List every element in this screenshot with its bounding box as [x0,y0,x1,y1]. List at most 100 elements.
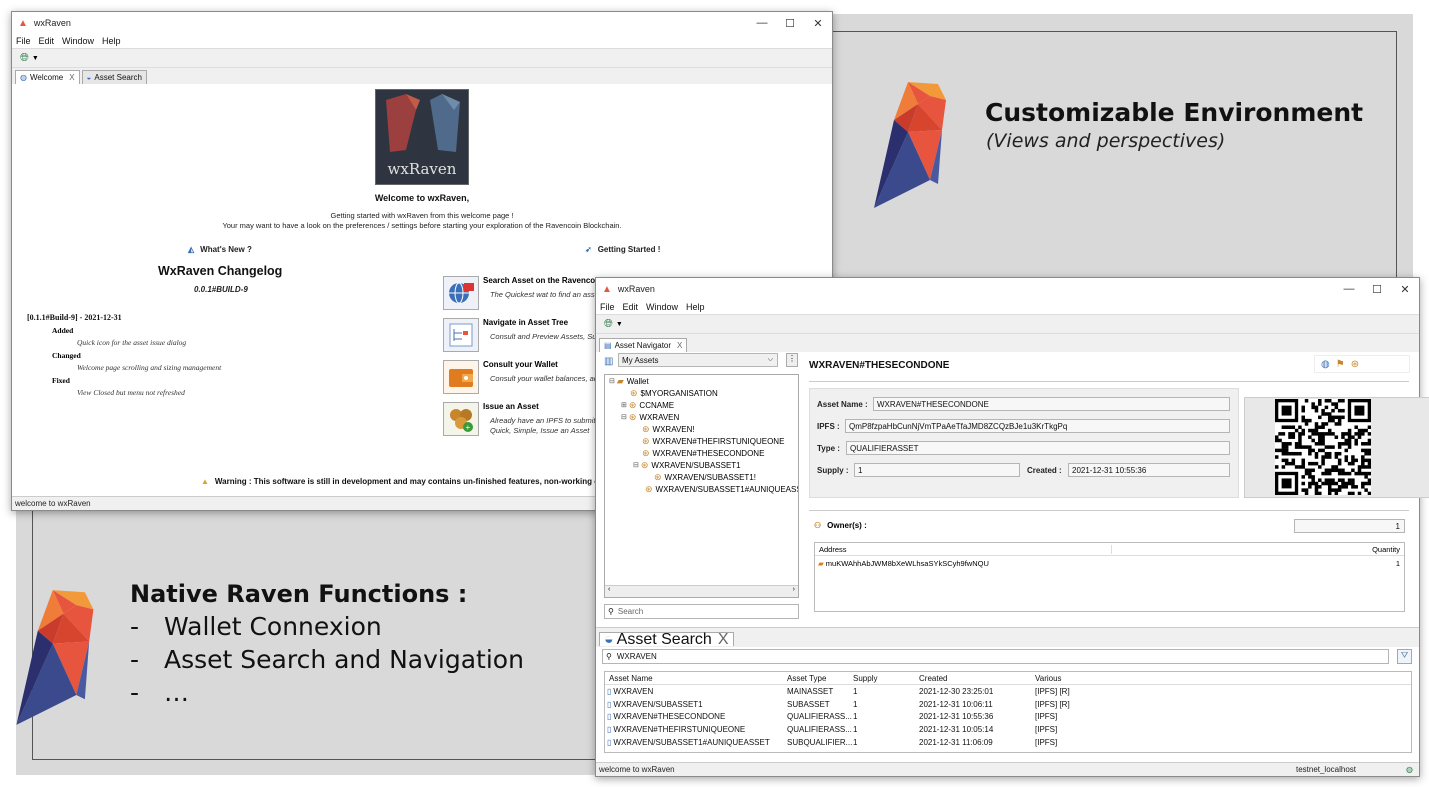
consult-wallet-button[interactable] [443,360,479,394]
owners-col-address[interactable]: Address [815,544,1112,554]
menu-help[interactable]: Help [686,302,705,312]
tree-item[interactable]: ⊛ WXRAVEN#THEFIRSTUNIQUEONE [605,435,798,447]
tree-item[interactable]: ⊛ WXRAVEN/SUBASSET1#AUNIQUEASSET [605,483,798,495]
tree-options-button[interactable]: ⋮ [786,353,798,367]
result-asset-name: ▯ WXRAVEN#THESECONDONE [605,712,787,721]
tab-asset-navigator[interactable]: ▤ Asset Navigator X [599,338,688,352]
menu-help[interactable]: Help [102,36,121,46]
qr-module [1357,471,1362,476]
tree-item[interactable]: ⊛ WXRAVEN/SUBASSET1! [605,471,798,483]
qr-module [1327,399,1332,403]
ipfs-field[interactable]: QmP8fzpaHbCunNjVmTPaAeTfaJMD8ZCQzBJe1u3K… [845,419,1230,433]
search-asset-button[interactable] [443,276,479,310]
tab-welcome[interactable]: ◍ Welcome X [15,70,80,84]
globe-icon[interactable]: 🌐︎ [20,52,29,65]
minimize-button[interactable]: — [1335,283,1363,295]
qr-module [1337,488,1342,492]
collapse-icon[interactable]: ⊟ [633,461,639,469]
col-created[interactable]: Created [919,674,1035,683]
chevron-down-icon[interactable]: ▼ [32,55,39,62]
qr-module [1291,461,1296,466]
close-icon[interactable]: X [718,631,729,649]
type-field[interactable]: QUALIFIERASSET [846,441,1230,455]
maximize-button[interactable]: ☐ [1363,283,1391,296]
chevron-down-icon[interactable]: ▼ [616,321,623,328]
issue-asset-button[interactable]: + [443,402,479,436]
tree-item[interactable]: ⊞ ⊛ CCNAME [605,399,798,411]
qr-module [1351,481,1355,486]
coin-icon: ⊛ [642,447,650,458]
filter-icon[interactable]: ⛛ [1397,649,1412,664]
owners-col-quantity[interactable]: Quantity [1112,545,1404,554]
menu-file[interactable]: File [16,36,31,46]
tree-item[interactable]: ⊛ WXRAVEN#THESECONDONE [605,447,798,459]
qr-module [1318,485,1322,489]
expand-icon[interactable]: ⊞ [621,401,627,409]
action-title-wallet[interactable]: Consult your Wallet [483,360,558,369]
menu-window[interactable]: Window [62,36,94,46]
minimize-button[interactable]: — [748,17,776,29]
qr-module [1321,471,1325,476]
globe-icon[interactable]: 🌐︎ [604,318,613,331]
table-row[interactable]: ▯ WXRAVEN MAINASSET 1 2021-12-30 23:25:01 [IP… [605,685,1411,698]
table-row[interactable]: ▯ WXRAVEN#THESECONDONE QUALIFIERASS... 1 202… [605,711,1411,724]
asset-source-select[interactable]: My Assets ⌵ [618,353,778,367]
created-field[interactable]: 2021-12-31 10:55:36 [1068,463,1230,477]
tree-horizontal-scrollbar[interactable]: ‹ › [605,585,798,597]
globe-icon[interactable]: ◍ [1321,359,1330,370]
tree-item[interactable]: ⊛ WXRAVEN! [605,423,798,435]
close-icon[interactable]: X [677,341,682,350]
navigate-tree-button[interactable] [443,318,479,352]
promo-bullet-dash: - [130,678,140,707]
qr-module [1318,448,1322,453]
collapse-icon[interactable]: ⊟ [621,413,627,421]
supply-field[interactable]: 1 [854,463,1020,477]
ipfs-icon[interactable]: ⚑ [1336,359,1345,370]
result-asset-type: SUBASSET [787,699,830,709]
globe-icon[interactable]: ◍ [1406,765,1413,774]
qr-module [1344,432,1349,436]
close-icon[interactable]: X [69,73,74,82]
tree-item[interactable]: ⊛ $MYORGANISATION [605,387,798,399]
asset-search-input[interactable]: ⚲ WXRAVEN [602,649,1389,664]
owners-row[interactable]: ▰ muKWAhhAbJWM8bXeWLhsaSYkSCyh9fwNQU 1 [815,556,1404,570]
tree-search-input[interactable]: ⚲ Search [604,604,799,619]
action-title-issue[interactable]: Issue an Asset [483,402,539,411]
book-icon[interactable]: ▥ [604,356,613,367]
tree-item[interactable]: ⊟ ▰ Wallet [605,375,798,387]
close-button[interactable]: ✕ [804,17,832,30]
qr-module [1298,465,1302,469]
table-row[interactable]: ▯ WXRAVEN#THEFIRSTUNIQUEONE QUALIFIERASS..… [605,723,1411,736]
qr-module [1364,428,1368,433]
asset-name-field[interactable]: WXRAVEN#THESECONDONE [873,397,1230,411]
menu-window[interactable]: Window [646,302,678,312]
close-button[interactable]: ✕ [1391,283,1419,296]
action-title-navigate[interactable]: Navigate in Asset Tree [483,318,568,327]
table-row[interactable]: ▯ WXRAVEN/SUBASSET1 SUBASSET 1 2021-12-31 10… [605,698,1411,711]
coin-icon[interactable]: ⊛ [1351,359,1359,370]
col-various[interactable]: Various [1035,674,1411,683]
menu-edit[interactable]: Edit [39,36,55,46]
qr-module [1301,458,1305,463]
table-row[interactable]: ▯ WXRAVEN/SUBASSET1#AUNIQUEASSET SUBQUALIF… [605,736,1411,749]
menu-bar: File Edit Window Help [596,300,1419,314]
collapse-icon[interactable]: ⊟ [609,377,615,385]
owners-count-field[interactable]: 1 [1294,519,1405,533]
tree-item[interactable]: ⊟ ⊛ WXRAVEN [605,411,798,423]
result-asset-name: ▯ WXRAVEN#THEFIRSTUNIQUEONE [605,725,787,734]
maximize-button[interactable]: ☐ [776,17,804,30]
tab-asset-search[interactable]: ◒ Asset Search [81,70,147,84]
qr-module [1308,468,1312,473]
col-supply[interactable]: Supply [853,674,919,683]
tab-asset-search[interactable]: ◒ Asset Search X [599,631,734,649]
col-asset-type[interactable]: Asset Type [787,674,853,683]
qr-module [1321,458,1325,463]
qr-module [1327,481,1332,486]
qr-module [1351,468,1355,473]
tree-item[interactable]: ⊟ ⊛ WXRAVEN/SUBASSET1 [605,459,798,471]
whats-new-header: ◭ What's New ? [188,245,252,254]
menu-file[interactable]: File [600,302,615,312]
qr-module [1311,475,1315,479]
menu-edit[interactable]: Edit [623,302,639,312]
col-asset-name[interactable]: Asset Name [605,674,787,683]
